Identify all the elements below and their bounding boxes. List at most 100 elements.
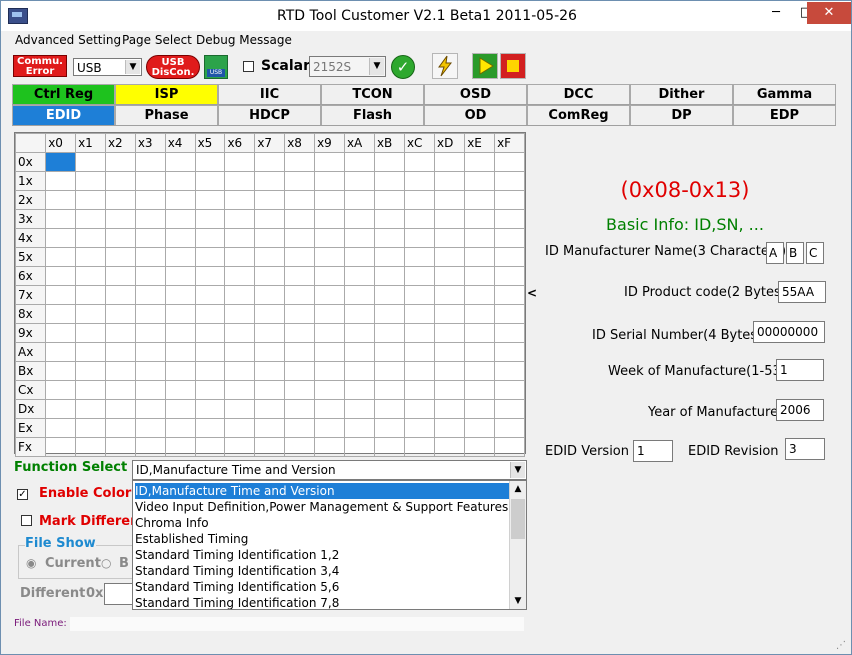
grid-cell[interactable] (373, 266, 405, 286)
grid-cell[interactable] (224, 171, 256, 191)
grid-cell[interactable] (284, 380, 316, 400)
grid-cell[interactable] (314, 266, 345, 286)
grid-cell[interactable] (194, 399, 226, 419)
grid-cell[interactable] (224, 380, 256, 400)
dropdown-option[interactable]: Standard Timing Identification 3,4 (135, 563, 511, 579)
grid-cell[interactable] (433, 190, 466, 210)
grid-cell[interactable] (224, 437, 256, 457)
chevron-down-icon[interactable]: ▼ (125, 60, 140, 74)
grid-cell[interactable] (464, 399, 496, 419)
grid-cell[interactable] (75, 266, 106, 286)
grid-cell[interactable] (45, 247, 77, 267)
grid-cell[interactable] (494, 152, 525, 172)
grid-cell[interactable] (343, 152, 375, 172)
grid-cell[interactable] (314, 399, 345, 419)
grid-cell[interactable] (464, 285, 496, 305)
grid-cell[interactable] (373, 418, 405, 438)
grid-cell[interactable] (194, 209, 226, 229)
grid-cell[interactable] (75, 399, 106, 419)
grid-cell[interactable] (75, 304, 106, 324)
grid-cell[interactable] (194, 190, 226, 210)
check-icon[interactable]: ✓ (391, 55, 415, 79)
scalar-select[interactable]: 2152S ▼ (309, 56, 386, 77)
grid-cell[interactable] (224, 418, 256, 438)
grid-cell[interactable] (254, 437, 286, 457)
grid-cell[interactable] (403, 152, 435, 172)
grid-cell[interactable] (464, 361, 496, 381)
grid-cell[interactable] (433, 171, 466, 191)
enable-color-checkbox[interactable]: ✓ (17, 489, 28, 500)
grid-cell[interactable] (164, 380, 196, 400)
grid-cell[interactable] (134, 266, 166, 286)
edid-version-field[interactable]: 1 (633, 440, 673, 462)
grid-cell[interactable] (403, 323, 435, 343)
grid-cell[interactable] (373, 152, 405, 172)
grid-cell[interactable] (403, 190, 435, 210)
grid-cell[interactable] (134, 361, 166, 381)
chevron-down-icon[interactable]: ▼ (510, 462, 525, 478)
grid-cell[interactable] (373, 171, 405, 191)
grid-cell[interactable] (75, 190, 106, 210)
grid-cell[interactable] (45, 228, 77, 248)
edid-grid[interactable]: x0 x1 x2 x3 x4 x5 x6 x7 x8 x9 xA xB xC xD xE xF 0x 1x 2x 3x… (14, 132, 526, 457)
grid-cell[interactable] (373, 190, 405, 210)
grid-cell[interactable] (254, 399, 286, 419)
week-field[interactable]: 1 (776, 359, 824, 381)
grid-cell[interactable] (75, 437, 106, 457)
grid-cell[interactable] (343, 304, 375, 324)
menu-advanced-setting[interactable]: Advanced Setting (15, 33, 121, 47)
grid-cell[interactable] (373, 285, 405, 305)
tab-flash[interactable]: Flash (321, 105, 424, 125)
grid-cell[interactable] (433, 342, 466, 362)
grid-cell[interactable] (45, 418, 77, 438)
chevron-down-icon[interactable]: ▼ (369, 58, 384, 75)
tab-osd[interactable]: OSD (424, 84, 527, 104)
grid-cell[interactable] (494, 285, 525, 305)
grid-cell[interactable] (164, 399, 196, 419)
grid-cell[interactable] (464, 247, 496, 267)
grid-cell[interactable] (403, 285, 435, 305)
grid-cell[interactable] (464, 304, 496, 324)
grid-cell[interactable] (343, 247, 375, 267)
grid-cell[interactable] (75, 171, 106, 191)
grid-cell[interactable] (164, 152, 196, 172)
tab-phase[interactable]: Phase (115, 105, 218, 125)
grid-cell[interactable] (134, 152, 166, 172)
grid-cell[interactable] (433, 209, 466, 229)
grid-cell[interactable] (254, 304, 286, 324)
tab-ctrl-reg[interactable]: Ctrl Reg (12, 84, 115, 104)
grid-cell[interactable] (373, 209, 405, 229)
grid-cell[interactable] (373, 323, 405, 343)
grid-cell[interactable] (433, 380, 466, 400)
grid-cell[interactable] (314, 247, 345, 267)
grid-cell[interactable] (164, 323, 196, 343)
grid-cell[interactable] (224, 228, 256, 248)
grid-cell[interactable] (254, 209, 286, 229)
grid-cell[interactable] (403, 399, 435, 419)
grid-cell[interactable] (164, 418, 196, 438)
grid-cell[interactable] (314, 304, 345, 324)
grid-cell[interactable] (164, 266, 196, 286)
scroll-up-icon[interactable]: ▲ (510, 481, 526, 497)
grid-cell[interactable] (343, 209, 375, 229)
grid-cell[interactable] (494, 323, 525, 343)
menu-debug-message[interactable]: Debug Message (196, 33, 292, 47)
grid-cell[interactable] (75, 247, 106, 267)
grid-cell[interactable] (343, 266, 375, 286)
edid-revision-field[interactable]: 3 (785, 438, 825, 460)
grid-cell[interactable] (224, 361, 256, 381)
grid-cell[interactable] (494, 361, 525, 381)
grid-cell[interactable] (433, 247, 466, 267)
grid-cell[interactable] (494, 171, 525, 191)
grid-cell[interactable] (45, 361, 77, 381)
grid-cell[interactable] (164, 228, 196, 248)
grid-cell[interactable] (284, 152, 316, 172)
grid-cell[interactable] (343, 285, 375, 305)
radio-other-icon[interactable]: ○ (101, 556, 111, 570)
grid-cell[interactable] (284, 171, 316, 191)
grid-cell[interactable] (314, 190, 345, 210)
grid-cell[interactable] (284, 361, 316, 381)
grid-cell[interactable] (433, 152, 466, 172)
grid-cell[interactable] (284, 418, 316, 438)
grid-cell[interactable] (284, 342, 316, 362)
